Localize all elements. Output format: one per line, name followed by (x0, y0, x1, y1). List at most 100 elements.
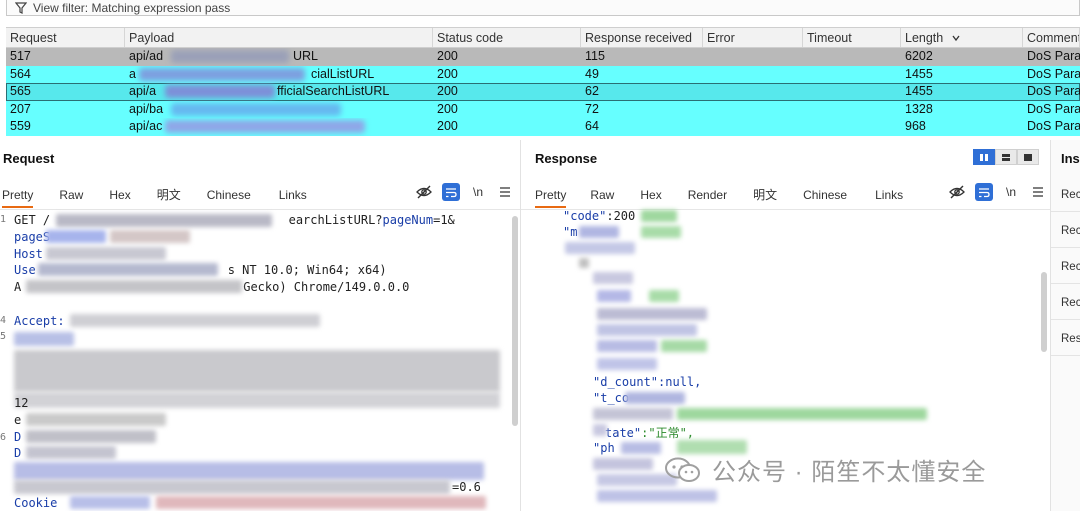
menu-icon[interactable] (496, 183, 514, 201)
header-line: D (14, 446, 22, 460)
cell-error (703, 101, 803, 119)
menu-icon[interactable] (1029, 183, 1047, 201)
redaction (677, 408, 927, 420)
redaction (597, 290, 631, 302)
table-row[interactable]: 207 api/ba 200 72 1328 DoS Param (6, 100, 1080, 119)
col-request[interactable]: Request (6, 28, 125, 47)
inspector-item[interactable]: Rec (1051, 214, 1080, 248)
json-value: :"正常", (641, 426, 695, 440)
redaction (46, 247, 166, 260)
cell-error (703, 48, 803, 66)
response-tab-hex[interactable]: Hex (640, 188, 661, 208)
inspector-item[interactable]: Rec (1051, 178, 1080, 212)
cell-comment: DoS Param (1027, 84, 1080, 98)
request-editor[interactable]: 1 4 5 6 GET / earchListURL?pageNum=1& pa… (0, 212, 520, 511)
col-status-code[interactable]: Status code (433, 28, 581, 47)
response-tab-raw[interactable]: Raw (590, 188, 614, 208)
newline-toggle[interactable]: \n (1002, 183, 1020, 201)
col-length[interactable]: Length (901, 28, 1023, 47)
inspector-item[interactable]: Rec (1051, 250, 1080, 284)
table-row[interactable]: 559 api/ac 200 64 968 DoS Param (6, 118, 1080, 136)
cell-length: 1328 (905, 101, 933, 116)
col-error[interactable]: Error (703, 28, 803, 47)
redaction (156, 496, 486, 509)
inspector-title: Ins (1061, 151, 1080, 166)
hide-eye-icon[interactable] (415, 183, 433, 201)
table-row[interactable]: 517 api/ad URL 200 115 6202 DoS Param (6, 48, 1080, 66)
response-tab-chinese[interactable]: Chinese (803, 188, 847, 208)
cell-length: 1455 (905, 84, 933, 98)
redaction (641, 210, 677, 222)
cell-status: 200 (437, 84, 458, 98)
cell-request: 517 (10, 49, 31, 63)
redaction (593, 424, 607, 436)
json-line: "d_count":null, (593, 375, 702, 389)
request-tab-pretty[interactable]: Pretty (2, 188, 34, 208)
cell-comment: DoS Param (1027, 49, 1080, 63)
layout-side-by-side-icon[interactable] (973, 149, 995, 165)
redaction (597, 308, 707, 320)
request-tab-raw[interactable]: Raw (59, 188, 83, 208)
col-response-received[interactable]: Response received (581, 28, 703, 47)
redaction (621, 442, 661, 454)
layout-single-icon[interactable] (1017, 149, 1039, 165)
wrap-lines-icon[interactable] (442, 183, 460, 201)
request-tab-chinese[interactable]: Chinese (207, 188, 251, 208)
response-toolbar: \n (939, 183, 1047, 201)
response-scrollbar[interactable] (1041, 272, 1047, 352)
cell-payload: a cialListURL (125, 66, 433, 84)
filter-icon (15, 1, 27, 14)
results-table: Request Payload Status code Response rec… (6, 27, 1080, 136)
header-line: e (14, 413, 22, 427)
redaction (26, 446, 116, 459)
header-value: Gecko) Chrome/149.0.0.0 (243, 280, 410, 294)
redaction (26, 280, 242, 293)
cell-error (703, 66, 803, 84)
redaction (70, 496, 150, 509)
json-key: tate" (605, 426, 642, 440)
response-tab-links[interactable]: Links (875, 188, 903, 208)
redaction (70, 314, 320, 327)
layout-stacked-icon[interactable] (995, 149, 1017, 165)
newline-toggle[interactable]: \n (469, 183, 487, 201)
inspector-item[interactable]: Res (1051, 322, 1080, 356)
cell-comment: DoS Param (1027, 101, 1080, 116)
request-scrollbar[interactable] (512, 216, 518, 426)
inspector-panel: Ins Rec Rec Rec Rec Res (1050, 140, 1080, 511)
redaction (46, 230, 106, 243)
cell-payload-text: a (129, 66, 136, 81)
cell-payload-text: api/a (129, 84, 157, 98)
header-key: A (14, 280, 22, 294)
table-header: Request Payload Status code Response rec… (6, 27, 1080, 48)
table-row-selected[interactable]: 565 api/a fficialSearchListURL 200 62 14… (6, 83, 1080, 101)
cell-status: 200 (437, 119, 458, 133)
redaction (14, 480, 450, 494)
redaction (597, 324, 697, 336)
cell-received: 72 (585, 101, 599, 116)
cell-received: 62 (585, 84, 599, 98)
redaction (26, 413, 166, 426)
wrap-lines-icon[interactable] (975, 183, 993, 201)
col-payload[interactable]: Payload (125, 28, 433, 47)
line-number: 6 (0, 432, 7, 443)
request-tab-links[interactable]: Links (279, 188, 307, 208)
redaction (579, 226, 619, 238)
response-tab-render[interactable]: Render (688, 188, 727, 208)
json-key: "code" (563, 209, 607, 223)
cell-payload-text: api/ba (129, 101, 164, 116)
hide-eye-icon[interactable] (948, 183, 966, 201)
redaction (649, 290, 679, 302)
cell-payload: api/a fficialSearchListURL (125, 83, 433, 101)
redaction (593, 408, 673, 420)
response-tab-plaintext[interactable]: 明文 (753, 186, 777, 209)
redaction (14, 332, 74, 346)
request-tab-plaintext[interactable]: 明文 (157, 186, 181, 209)
view-filter-bar[interactable]: View filter: Matching expression pass (6, 0, 1080, 16)
col-comment[interactable]: Comment (1023, 28, 1080, 47)
inspector-item[interactable]: Rec (1051, 286, 1080, 320)
table-row[interactable]: 564 a cialListURL 200 49 1455 DoS Param (6, 65, 1080, 84)
cell-payload-text: api/ad (129, 49, 164, 63)
response-tab-pretty[interactable]: Pretty (535, 188, 567, 208)
request-tab-hex[interactable]: Hex (109, 188, 130, 208)
col-timeout[interactable]: Timeout (803, 28, 901, 47)
